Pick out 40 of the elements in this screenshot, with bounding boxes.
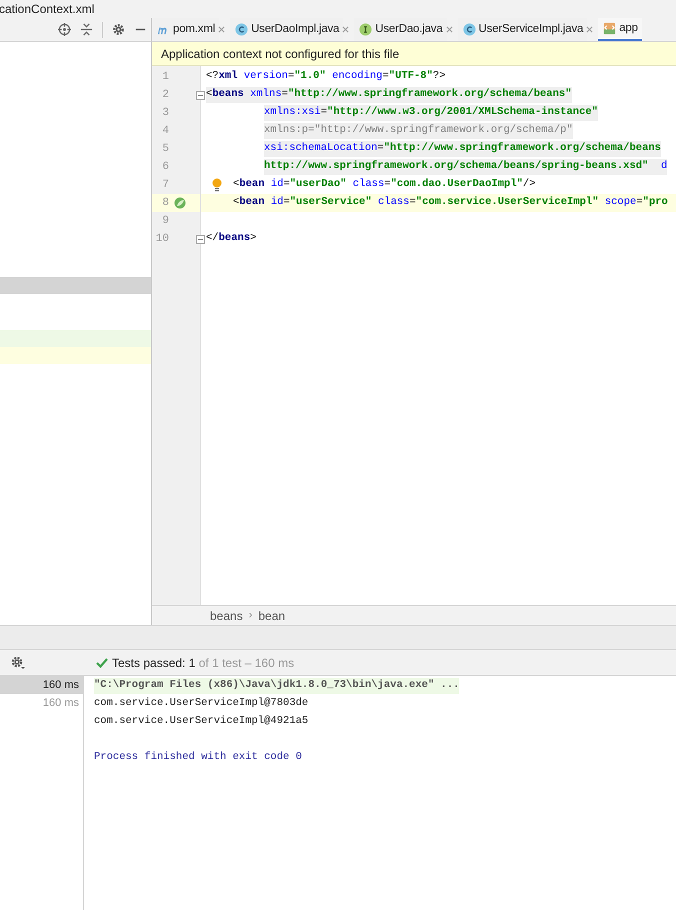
class-file-icon bbox=[462, 23, 476, 36]
check-icon bbox=[96, 658, 108, 668]
settings-icon[interactable] bbox=[10, 656, 26, 670]
fold-icon[interactable] bbox=[196, 234, 205, 244]
line-number: 2 bbox=[161, 88, 169, 103]
code-line: </beans> bbox=[206, 231, 256, 246]
line-number: 4 bbox=[161, 124, 169, 139]
fold-icon[interactable] bbox=[196, 90, 205, 100]
xml-file-icon bbox=[603, 22, 616, 35]
lightbulb-icon[interactable] bbox=[212, 178, 222, 192]
notification-banner-text: Application context not configured for this file bbox=[161, 46, 400, 62]
locate-icon[interactable] bbox=[58, 23, 71, 36]
line-number: 6 bbox=[161, 160, 169, 175]
bean-icon[interactable] bbox=[174, 197, 186, 209]
line-number: 5 bbox=[161, 142, 169, 157]
test-status: Tests passed: 1 of 1 test – 160 ms bbox=[112, 654, 294, 672]
line-number: 9 bbox=[161, 214, 169, 229]
breadcrumb[interactable]: bean bbox=[258, 606, 286, 624]
console-line: com.service.UserServiceImpl@4921a5 bbox=[94, 714, 308, 730]
line-number: 7 bbox=[161, 178, 169, 193]
test-duration[interactable]: 160 ms bbox=[0, 676, 83, 694]
close-icon[interactable] bbox=[446, 26, 453, 33]
line-number: 1 bbox=[161, 70, 169, 85]
close-icon[interactable] bbox=[586, 26, 594, 33]
editor-tab[interactable]: app bbox=[598, 18, 642, 41]
line-number: 3 bbox=[161, 106, 169, 121]
code-line: <?xml version="1.0" encoding="UTF-8"?> bbox=[206, 69, 446, 84]
line-number: 10 bbox=[154, 232, 169, 247]
close-icon[interactable] bbox=[342, 26, 350, 33]
settings-icon[interactable] bbox=[112, 23, 125, 36]
interface-file-icon bbox=[359, 23, 372, 36]
class-file-icon bbox=[235, 23, 248, 36]
code-line: <bean id="userService" class="com.service.UserServiceImpl" scope="pro bbox=[233, 195, 668, 210]
breadcrumb[interactable]: beans bbox=[210, 606, 243, 624]
console-line: Process finished with exit code 0 bbox=[94, 750, 302, 766]
console-line: com.service.UserServiceImpl@7803de bbox=[94, 696, 308, 712]
code-line: <bean id="userDao" class="com.dao.UserDaoImpl"/> bbox=[233, 177, 536, 192]
collapse-icon[interactable] bbox=[80, 23, 93, 36]
breadcrumb-separator: › bbox=[248, 608, 252, 624]
close-icon[interactable] bbox=[218, 26, 226, 33]
